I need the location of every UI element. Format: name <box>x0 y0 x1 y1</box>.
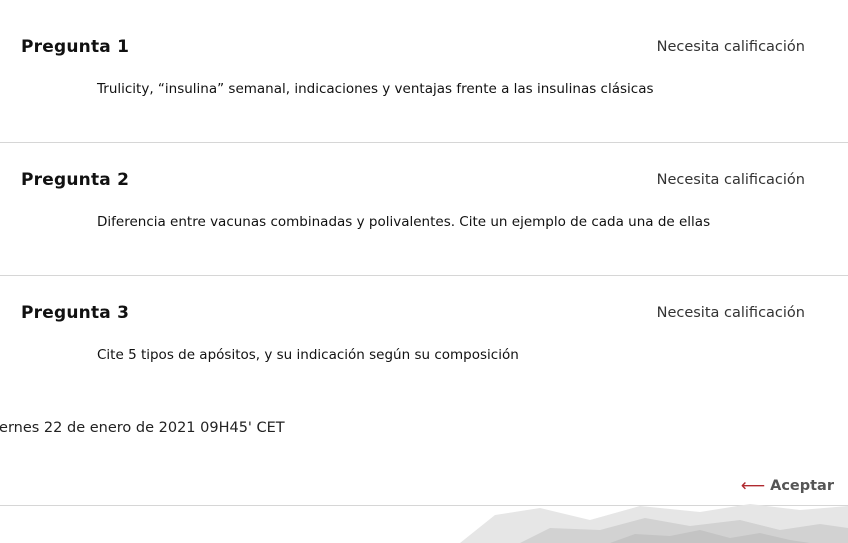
accept-button-label: Aceptar <box>770 478 834 494</box>
question-item-3: Pregunta 3 Necesita calificación Cite 5 … <box>0 303 848 373</box>
question-title: Pregunta 1 <box>21 37 130 57</box>
question-title: Pregunta 2 <box>21 170 130 190</box>
question-title: Pregunta 3 <box>21 303 130 323</box>
grading-status: Necesita calificación <box>656 172 805 188</box>
divider <box>0 142 848 143</box>
grading-status: Necesita calificación <box>656 305 805 321</box>
divider <box>0 275 848 276</box>
grading-status: Necesita calificación <box>656 39 805 55</box>
question-text: Cite 5 tipos de apósitos, y su indicació… <box>97 347 519 363</box>
background-watermark <box>400 500 848 543</box>
accept-button[interactable]: ⟵ Aceptar <box>741 476 834 496</box>
question-text: Trulicity, “insulina” semanal, indicacio… <box>97 81 654 97</box>
question-item-2: Pregunta 2 Necesita calificación Diferen… <box>0 170 848 240</box>
submission-date: iernes 22 de enero de 2021 09H45' CET <box>0 420 285 436</box>
grading-page: Pregunta 1 Necesita calificación Trulici… <box>0 0 848 543</box>
question-item-1: Pregunta 1 Necesita calificación Trulici… <box>0 37 848 107</box>
question-text: Diferencia entre vacunas combinadas y po… <box>97 214 711 230</box>
arrow-left-icon: ⟵ <box>740 476 766 496</box>
